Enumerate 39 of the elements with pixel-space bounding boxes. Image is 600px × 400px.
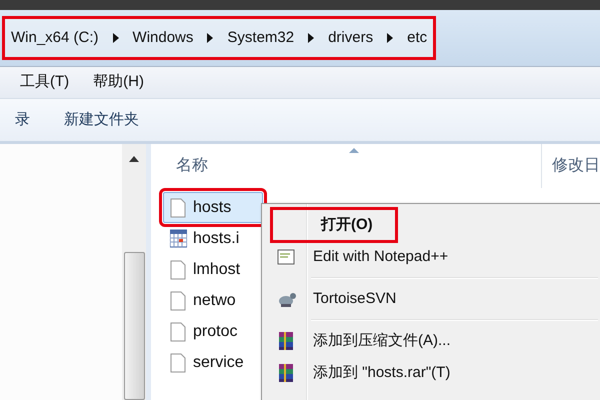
document-icon (170, 352, 187, 372)
file-row[interactable]: lmhost (163, 254, 263, 285)
menu-item[interactable]: 工具(T) (18, 71, 72, 94)
column-header[interactable]: 修改日 (552, 154, 600, 178)
books-icon (276, 363, 296, 383)
document-icon (170, 260, 187, 280)
breadcrumb-item[interactable]: drivers (328, 26, 374, 50)
notepad-icon (276, 247, 296, 267)
scrollbar[interactable] (122, 144, 146, 400)
toolbar-button[interactable]: 录 (15, 108, 30, 132)
sort-arrow-icon (349, 148, 359, 153)
toolbar-button[interactable]: 新建文件夹 (64, 108, 139, 132)
breadcrumb-item[interactable]: Windows (132, 26, 194, 50)
breadcrumb-item[interactable]: System32 (227, 26, 294, 50)
breadcrumb-arrow-icon[interactable] (207, 33, 214, 43)
file-row[interactable]: protoc (163, 316, 263, 347)
calendar-icon (170, 228, 187, 248)
menu-item[interactable]: 添加到压缩文件(A)... (264, 325, 598, 357)
column-header[interactable]: 名称 (176, 154, 208, 178)
address-bar[interactable]: Win_x64 (C:) Windows System32 drivers etc (2, 16, 436, 60)
breadcrumb-item[interactable]: etc (407, 26, 428, 50)
scroll-up-icon[interactable] (129, 156, 139, 162)
menu-item[interactable]: Edit with Notepad++ (264, 241, 598, 273)
menu-item[interactable]: 打开(O) (272, 209, 396, 241)
document-icon (170, 198, 187, 218)
scroll-thumb[interactable] (124, 252, 144, 400)
menu-item[interactable]: 帮助(H) (91, 71, 146, 94)
books-icon (276, 331, 296, 351)
breadcrumb-item[interactable]: Win_x64 (C:) (11, 26, 99, 50)
menu-item[interactable]: 添加到 "hosts.rar"(T) (264, 357, 598, 389)
breadcrumb-arrow-icon[interactable] (387, 33, 394, 43)
document-icon (170, 290, 187, 310)
breadcrumb-arrow-icon[interactable] (308, 33, 314, 43)
breadcrumb-arrow-icon[interactable] (112, 33, 119, 43)
file-row[interactable]: service (163, 347, 263, 378)
menu-item[interactable]: TortoiseSVN (264, 283, 598, 315)
file-row[interactable]: netwo (163, 285, 263, 316)
file-row[interactable]: hosts.i (163, 223, 263, 254)
document-icon (170, 322, 187, 342)
